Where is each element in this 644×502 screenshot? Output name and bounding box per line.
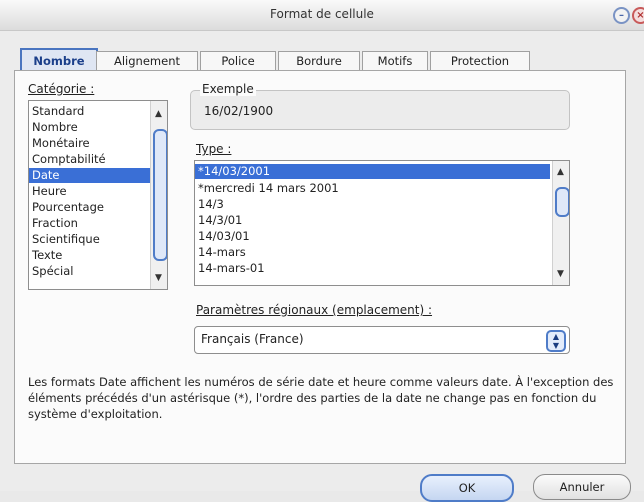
tab-protection[interactable]: Protection bbox=[430, 51, 530, 71]
tab-police[interactable]: Police bbox=[200, 51, 276, 71]
list-item-selected[interactable]: *14/03/2001 bbox=[195, 164, 550, 179]
list-item[interactable]: Monétaire bbox=[29, 136, 150, 151]
scroll-thumb[interactable] bbox=[153, 129, 167, 261]
list-item[interactable]: Pourcentage bbox=[29, 200, 150, 215]
list-item[interactable]: Comptabilité bbox=[29, 152, 150, 167]
cancel-button[interactable]: Annuler bbox=[533, 474, 631, 500]
sample-label: Exemple bbox=[200, 82, 256, 96]
category-scrollbar[interactable]: ▲ ▼ bbox=[150, 101, 167, 289]
scroll-down-icon[interactable]: ▼ bbox=[155, 273, 162, 283]
list-item[interactable]: Heure bbox=[29, 184, 150, 199]
list-item[interactable]: Standard bbox=[29, 104, 150, 119]
format-cells-dialog: Format de cellule – × Nombre Alignement … bbox=[0, 0, 644, 502]
scroll-up-icon[interactable]: ▲ bbox=[155, 109, 162, 119]
scroll-down-icon[interactable]: ▼ bbox=[557, 269, 564, 279]
list-item[interactable]: Scientifique bbox=[29, 232, 150, 247]
list-item[interactable]: 14/3 bbox=[195, 197, 550, 212]
updown-arrows-icon[interactable]: ▲ ▼ bbox=[546, 330, 566, 352]
ok-button[interactable]: OK bbox=[420, 474, 514, 502]
scroll-up-icon[interactable]: ▲ bbox=[557, 167, 564, 177]
tab-alignement[interactable]: Alignement bbox=[96, 51, 198, 71]
format-description: Les formats Date affichent les numéros d… bbox=[28, 375, 614, 421]
tab-motifs[interactable]: Motifs bbox=[362, 51, 428, 71]
type-list[interactable]: *14/03/2001 *mercredi 14 mars 2001 14/3 … bbox=[194, 160, 570, 286]
category-label: Catégorie : bbox=[28, 82, 95, 96]
locale-select[interactable]: Français (France) ▲ ▼ bbox=[194, 326, 570, 354]
list-item[interactable]: 14/03/01 bbox=[195, 229, 550, 244]
tab-bordure[interactable]: Bordure bbox=[278, 51, 360, 71]
list-item[interactable]: 14/3/01 bbox=[195, 213, 550, 228]
type-scrollbar[interactable]: ▲ ▼ bbox=[552, 161, 569, 285]
sample-value: 16/02/1900 bbox=[204, 104, 274, 118]
type-label: Type : bbox=[196, 142, 232, 156]
minimize-icon[interactable]: – bbox=[613, 7, 630, 24]
locale-label: Paramètres régionaux (emplacement) : bbox=[196, 303, 433, 317]
list-item[interactable]: Texte bbox=[29, 248, 150, 263]
list-item[interactable]: 14-mars-01 bbox=[195, 261, 550, 276]
window-title: Format de cellule bbox=[270, 7, 374, 21]
list-item[interactable]: Spécial bbox=[29, 264, 150, 279]
list-item[interactable]: Fraction bbox=[29, 216, 150, 231]
scroll-thumb[interactable] bbox=[555, 187, 569, 217]
tab-nombre[interactable]: Nombre bbox=[20, 48, 98, 72]
locale-value: Français (France) bbox=[201, 332, 304, 346]
list-item-selected[interactable]: Date bbox=[29, 168, 150, 183]
list-item[interactable]: 14-mars bbox=[195, 245, 550, 260]
list-item[interactable]: *mercredi 14 mars 2001 bbox=[195, 181, 550, 196]
title-bar[interactable]: Format de cellule – × bbox=[0, 0, 644, 31]
category-list[interactable]: Standard Nombre Monétaire Comptabilité D… bbox=[28, 100, 168, 290]
list-item[interactable]: Nombre bbox=[29, 120, 150, 135]
close-icon[interactable]: × bbox=[632, 7, 644, 24]
